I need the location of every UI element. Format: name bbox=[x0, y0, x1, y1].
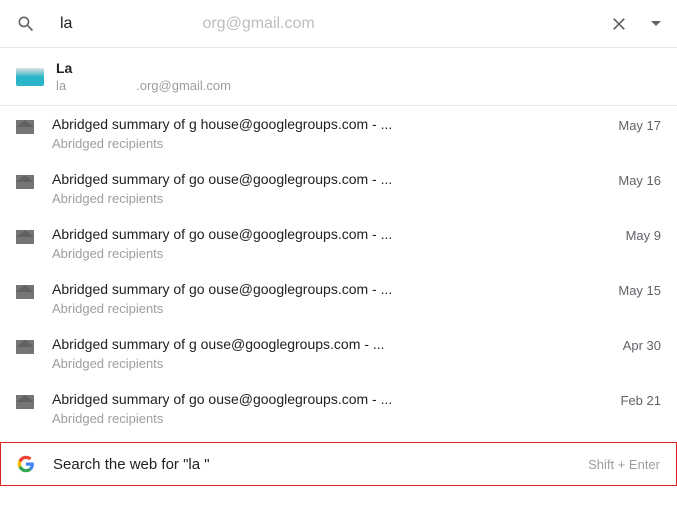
email-result-row[interactable]: Abridged summary of go ouse@googlegroups… bbox=[0, 271, 677, 326]
result-title: Abridged summary of go ouse@googlegroups… bbox=[52, 391, 605, 407]
mail-icon bbox=[16, 395, 34, 409]
result-content: Abridged summary of g house@googlegroups… bbox=[34, 116, 602, 151]
mail-icon bbox=[16, 120, 34, 134]
result-title: Abridged summary of go ouse@googlegroups… bbox=[52, 171, 602, 187]
clear-icon[interactable] bbox=[609, 14, 629, 34]
result-content: Abridged summary of go ouse@googlegroups… bbox=[34, 391, 605, 426]
mail-icon bbox=[16, 285, 34, 299]
search-suggestions-panel: la org@gmail.com La la.org@gmail.com Abr… bbox=[0, 0, 677, 486]
chevron-down-icon[interactable] bbox=[651, 21, 661, 26]
result-title: Abridged summary of go ouse@googlegroups… bbox=[52, 281, 602, 297]
result-subtitle: Abridged recipients bbox=[52, 246, 610, 261]
result-content: Abridged summary of go ouse@googlegroups… bbox=[34, 226, 610, 261]
result-subtitle: Abridged recipients bbox=[52, 411, 605, 426]
result-subtitle: Abridged recipients bbox=[52, 301, 602, 316]
result-content: Abridged summary of go ouse@googlegroups… bbox=[34, 281, 602, 316]
contact-email: la.org@gmail.com bbox=[56, 78, 231, 93]
result-title: Abridged summary of g house@googlegroups… bbox=[52, 116, 602, 132]
result-date: May 15 bbox=[618, 281, 661, 298]
email-result-row[interactable]: Abridged summary of go ouse@googlegroups… bbox=[0, 216, 677, 271]
result-subtitle: Abridged recipients bbox=[52, 191, 602, 206]
result-title: Abridged summary of g ouse@googlegroups.… bbox=[52, 336, 607, 352]
contact-info: La la.org@gmail.com bbox=[44, 60, 231, 93]
email-result-row[interactable]: Abridged summary of go ouse@googlegroups… bbox=[0, 381, 677, 436]
search-web-label: Search the web for "la " bbox=[35, 456, 588, 473]
search-icon bbox=[16, 14, 36, 34]
contact-suggestion[interactable]: La la.org@gmail.com bbox=[0, 48, 677, 106]
email-result-row[interactable]: Abridged summary of go ouse@googlegroups… bbox=[0, 161, 677, 216]
search-typed-text: la bbox=[60, 15, 72, 33]
result-date: May 16 bbox=[618, 171, 661, 188]
email-result-row[interactable]: Abridged summary of g ouse@googlegroups.… bbox=[0, 326, 677, 381]
result-subtitle: Abridged recipients bbox=[52, 136, 602, 151]
google-logo-icon bbox=[17, 455, 35, 473]
email-results-list: Abridged summary of g house@googlegroups… bbox=[0, 106, 677, 436]
search-bar: la org@gmail.com bbox=[0, 0, 677, 48]
result-date: May 9 bbox=[626, 226, 661, 243]
result-subtitle: Abridged recipients bbox=[52, 356, 607, 371]
result-title: Abridged summary of go ouse@googlegroups… bbox=[52, 226, 610, 242]
result-content: Abridged summary of go ouse@googlegroups… bbox=[34, 171, 602, 206]
search-web-row[interactable]: Search the web for "la " Shift + Enter bbox=[0, 442, 677, 486]
avatar bbox=[16, 68, 44, 86]
mail-icon bbox=[16, 175, 34, 189]
email-result-row[interactable]: Abridged summary of g house@googlegroups… bbox=[0, 106, 677, 161]
search-input[interactable]: la org@gmail.com bbox=[36, 15, 609, 33]
result-content: Abridged summary of g ouse@googlegroups.… bbox=[34, 336, 607, 371]
result-date: May 17 bbox=[618, 116, 661, 133]
search-web-hint: Shift + Enter bbox=[588, 457, 660, 472]
search-hint-text: org@gmail.com bbox=[202, 15, 314, 33]
mail-icon bbox=[16, 340, 34, 354]
result-date: Apr 30 bbox=[623, 336, 661, 353]
mail-icon bbox=[16, 230, 34, 244]
contact-name: La bbox=[56, 60, 231, 76]
result-date: Feb 21 bbox=[621, 391, 661, 408]
